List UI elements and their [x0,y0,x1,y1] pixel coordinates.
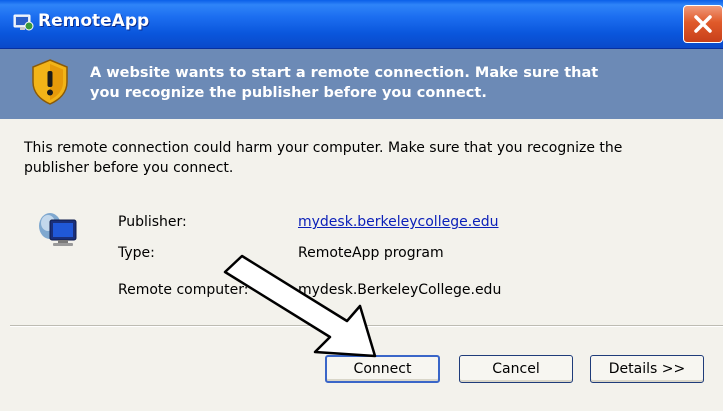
warning-line-1: A website wants to start a remote connec… [90,65,599,81]
computer-icon [39,213,77,246]
harm-notice-line-1: This remote connection could harm your c… [24,140,623,156]
remoteapp-icon [13,14,34,31]
publisher-link[interactable]: mydesk.berkeleycollege.edu [298,214,499,230]
warning-line-2: you recognize the publisher before you c… [90,85,487,101]
remoteapp-dialog: RemoteApp A website wants to start a rem… [0,0,723,411]
type-value: RemoteApp program [298,245,444,261]
harm-notice: This remote connection could harm your c… [24,138,704,178]
window-title: RemoteApp [38,11,150,31]
remote-computer-label: Remote computer: [118,282,249,298]
type-label: Type: [118,245,155,261]
remote-computer-value: mydesk.BerkeleyCollege.edu [298,282,502,298]
publisher-label: Publisher: [118,214,187,230]
harm-notice-line-2: publisher before you connect. [24,160,234,176]
connect-button[interactable]: Connect [325,355,440,383]
close-button[interactable] [683,5,723,43]
title-bar[interactable]: RemoteApp [0,0,723,49]
cancel-button[interactable]: Cancel [459,355,573,383]
close-icon [694,15,712,33]
details-button[interactable]: Details >> [590,355,704,383]
shield-warning-icon [32,59,68,105]
warning-message: A website wants to start a remote connec… [90,63,710,103]
button-separator [10,325,723,327]
